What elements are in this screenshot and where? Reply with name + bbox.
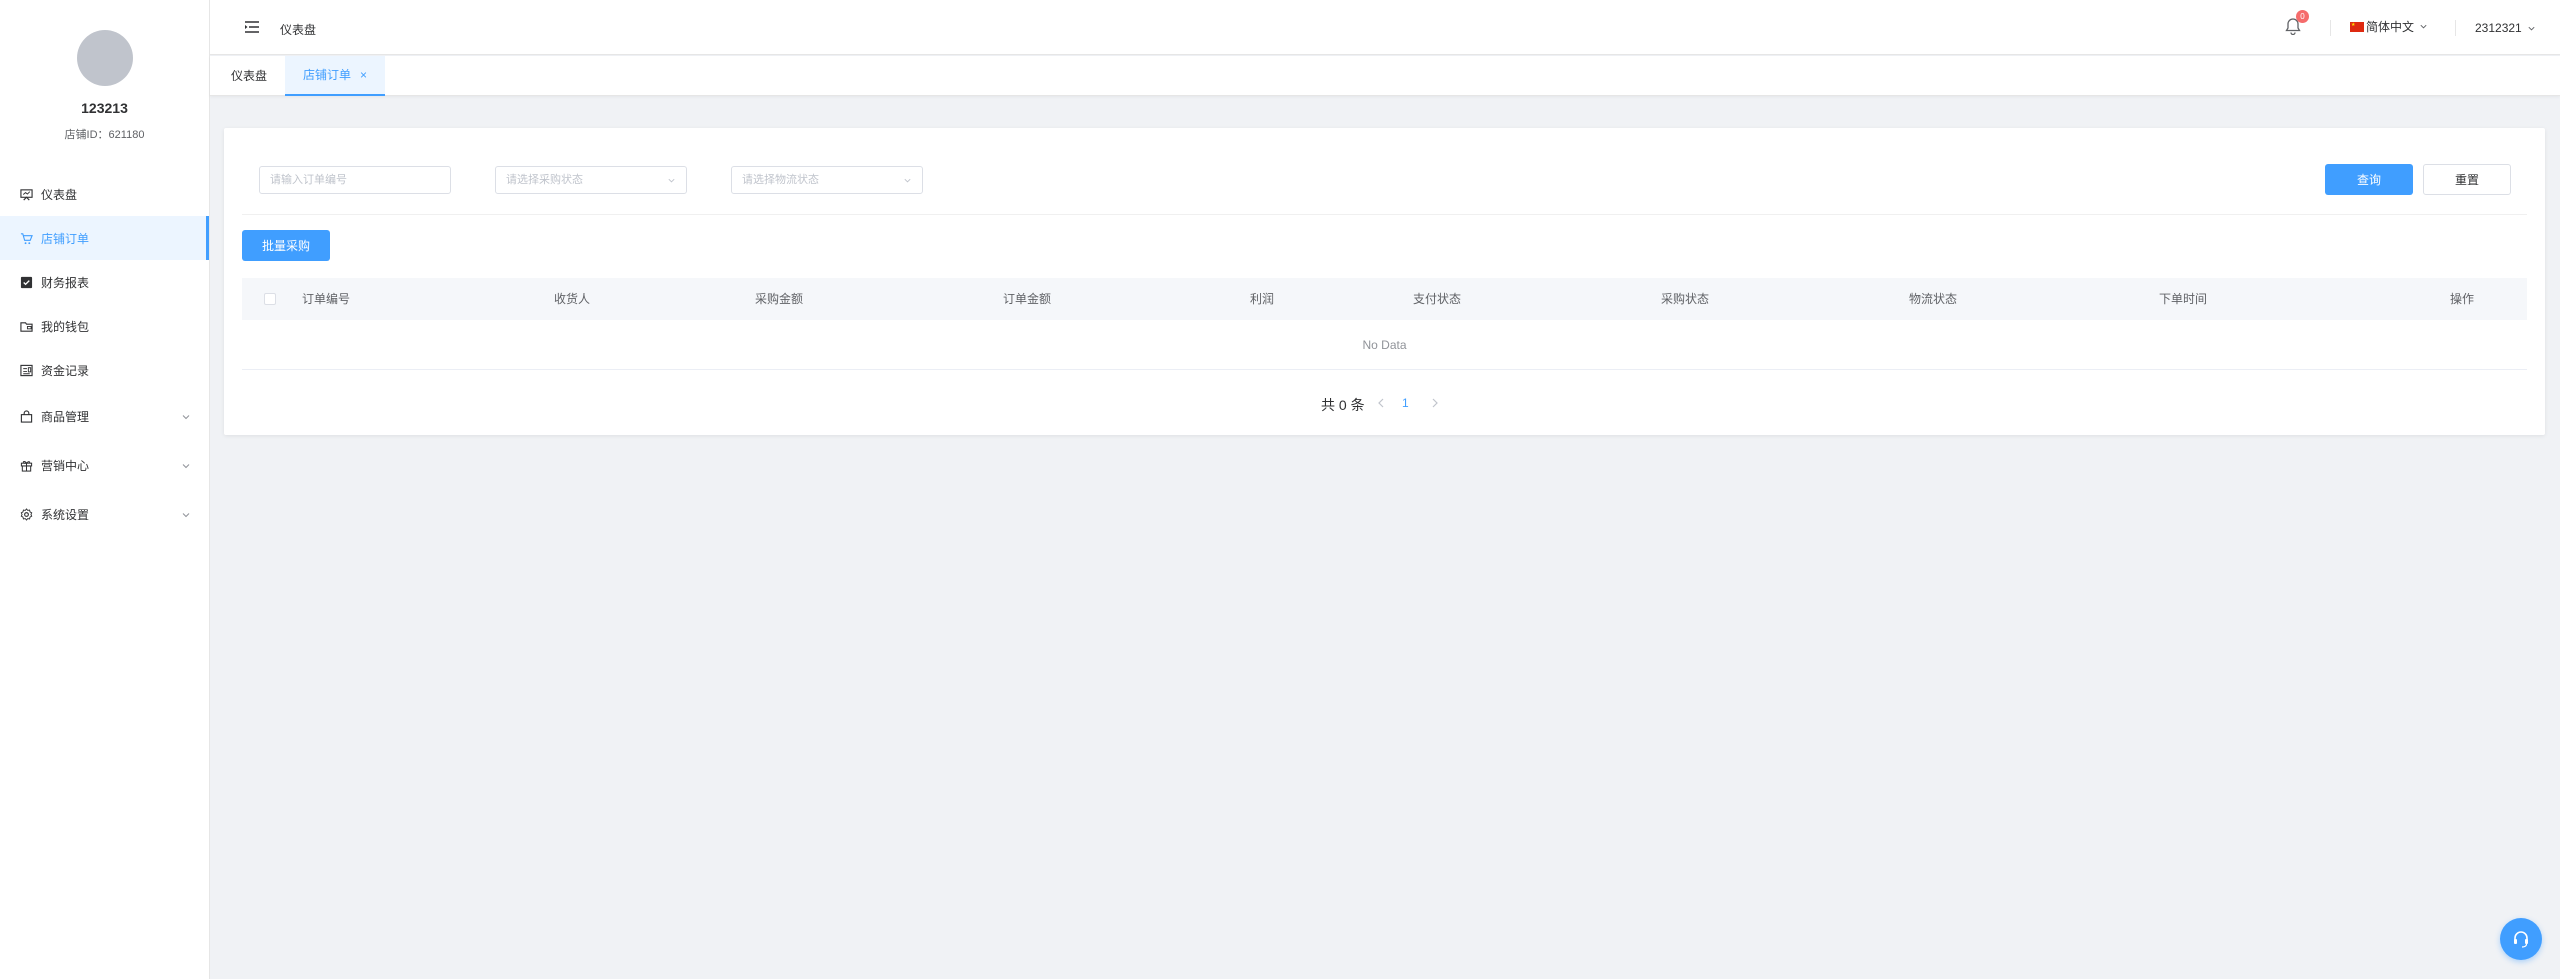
cart-icon	[20, 232, 33, 245]
tab-label: 店铺订单	[303, 68, 352, 82]
user-menu[interactable]: 2312321	[2475, 21, 2536, 35]
column-header: 采购状态	[1660, 292, 1710, 306]
sidebar-item-wallet[interactable]: 我的钱包	[0, 304, 209, 348]
divider	[2455, 20, 2456, 36]
breadcrumb[interactable]: 仪表盘	[280, 21, 316, 38]
sidebar-item-label: 财务报表	[41, 275, 90, 290]
sidebar-menu: 仪表盘 店铺订单 财务报表 我的钱包 资金记录 商品管理 营销中心 系统设置	[0, 172, 209, 539]
sidebar-item-label: 营销中心	[41, 459, 90, 473]
notification-badge: 0	[2296, 10, 2309, 23]
orders-card: 请输入订单编号 请选择采购状态 请选择物流状态 查询 重置 批量采购 订单编号 …	[224, 128, 2545, 435]
chevron-down-icon	[182, 414, 190, 419]
customer-service-button[interactable]	[2500, 918, 2542, 960]
avatar[interactable]	[76, 30, 133, 86]
column-header: 操作	[2449, 292, 2475, 306]
chevron-left-icon[interactable]	[1376, 397, 1386, 409]
column-header: 采购金额	[754, 292, 804, 306]
report-icon	[20, 276, 33, 289]
column-header: 收货人	[553, 292, 591, 306]
reset-button[interactable]: 重置	[2423, 164, 2511, 195]
sidebar-item-label: 仪表盘	[41, 187, 78, 202]
sidebar-item-label: 商品管理	[41, 410, 90, 424]
tab-dashboard[interactable]: 仪表盘	[231, 56, 267, 96]
column-header: 利润	[1249, 292, 1275, 306]
table-header: 订单编号 收货人 采购金额 订单金额 利润 支付状态 采购状态 物流状态 下单时…	[242, 278, 2527, 320]
chevron-down-icon	[182, 512, 190, 517]
gift-icon	[20, 459, 33, 472]
search-button[interactable]: 查询	[2325, 164, 2413, 195]
sidebar-item-products[interactable]: 商品管理	[0, 392, 209, 441]
profile-name: 123213	[81, 100, 128, 116]
sidebar-item-marketing[interactable]: 营销中心	[0, 441, 209, 490]
column-header: 物流状态	[1908, 292, 1958, 306]
gear-icon	[20, 508, 33, 521]
china-flag-icon	[2350, 21, 2364, 32]
language-selector[interactable]: 简体中文	[2350, 18, 2428, 35]
divider	[2330, 20, 2331, 36]
wallet-icon	[20, 320, 33, 333]
divider	[242, 214, 2527, 215]
column-header: 下单时间	[2158, 292, 2208, 306]
chevron-down-icon	[2420, 24, 2427, 29]
sidebar-item-store-orders[interactable]: 店铺订单	[0, 216, 209, 260]
menu-toggle-icon[interactable]	[244, 19, 260, 35]
column-header: 订单金额	[1002, 292, 1052, 306]
column-header: 支付状态	[1412, 292, 1462, 306]
sidebar-item-label: 店铺订单	[41, 231, 90, 246]
sidebar-item-dashboard[interactable]: 仪表盘	[0, 172, 209, 216]
select-all-checkbox[interactable]	[264, 293, 276, 305]
dashboard-icon	[20, 188, 33, 201]
purchase-status-select[interactable]: 请选择采购状态	[495, 166, 687, 194]
sidebar-item-finance-report[interactable]: 财务报表	[0, 260, 209, 304]
order-number-input[interactable]: 请输入订单编号	[259, 166, 451, 194]
ledger-icon	[20, 364, 33, 377]
tab-store-orders[interactable]: 店铺订单 ×	[285, 55, 386, 96]
language-label: 简体中文	[2366, 20, 2415, 34]
top-header: 仪表盘 0 简体中文 2312321	[210, 0, 2560, 55]
profile-block: 123213 店铺ID：621180	[0, 0, 209, 142]
sidebar: 123213 店铺ID：621180 仪表盘 店铺订单 财务报表 我的钱包 资金…	[0, 0, 210, 979]
tabs-bar: 仪表盘 店铺订单 ×	[210, 56, 2560, 96]
sidebar-item-label: 系统设置	[41, 508, 90, 522]
chevron-down-icon	[668, 178, 675, 183]
sidebar-item-label: 我的钱包	[41, 319, 90, 334]
tab-label: 仪表盘	[231, 69, 268, 83]
sidebar-item-settings[interactable]: 系统设置	[0, 490, 209, 539]
empty-state: No Data	[242, 320, 2527, 370]
select-placeholder: 请选择采购状态	[506, 174, 583, 186]
sidebar-item-fund-records[interactable]: 资金记录	[0, 348, 209, 392]
close-icon[interactable]: ×	[360, 55, 367, 95]
store-id: 店铺ID：621180	[64, 129, 145, 141]
headset-icon	[2514, 931, 2528, 948]
username: 2312321	[2475, 21, 2522, 35]
select-placeholder: 请选择物流状态	[742, 174, 819, 186]
page-number[interactable]: 1	[1402, 396, 1409, 410]
column-header: 订单编号	[302, 292, 351, 306]
pagination-total: 共 0 条	[1321, 397, 1365, 413]
chevron-down-icon	[182, 463, 190, 468]
chevron-down-icon	[904, 178, 911, 183]
sidebar-item-label: 资金记录	[41, 363, 90, 378]
chevron-down-icon	[2528, 26, 2535, 30]
chevron-right-icon[interactable]	[1430, 397, 1440, 409]
bulk-purchase-button[interactable]: 批量采购	[242, 230, 330, 261]
bag-icon	[20, 410, 33, 423]
logistics-status-select[interactable]: 请选择物流状态	[731, 166, 923, 194]
pagination: 共 0 条 1	[224, 393, 2545, 413]
